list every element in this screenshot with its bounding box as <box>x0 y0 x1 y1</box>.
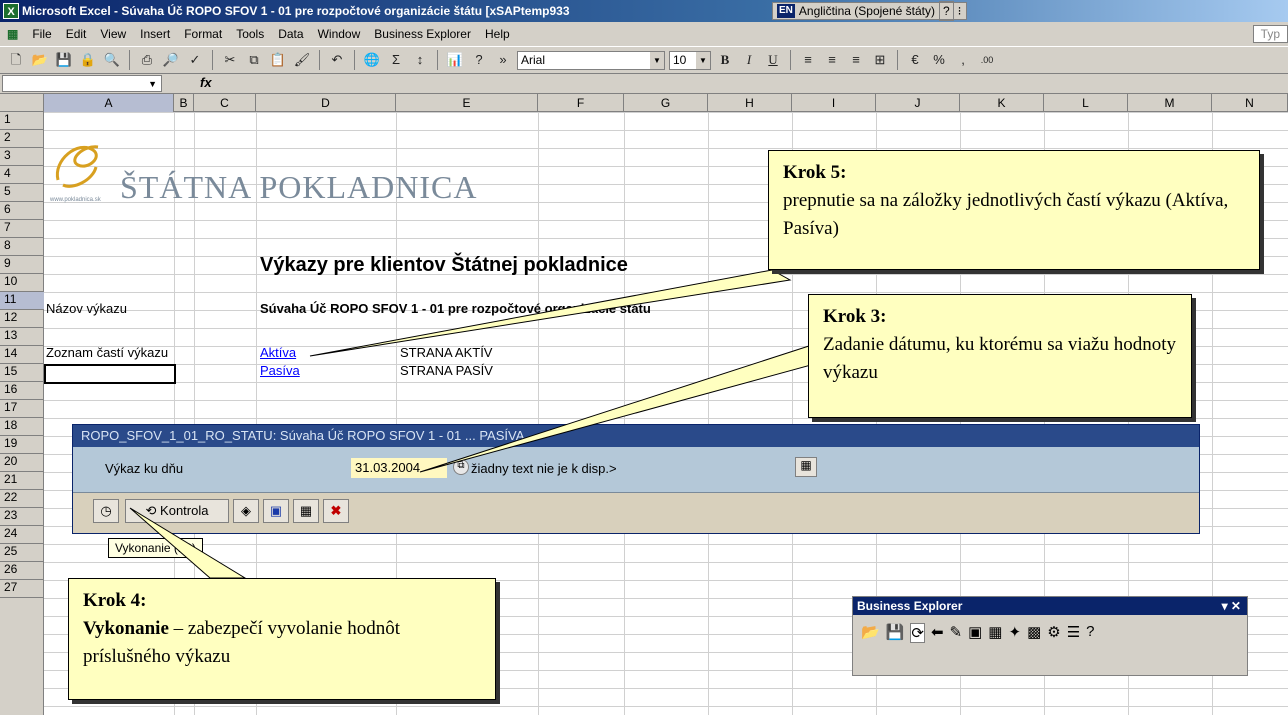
save-icon[interactable]: 💾 <box>886 623 905 643</box>
business-explorer-toolbar: Business Explorer ▾ ✕ 📂 💾 ⟳ ⬅ ✎ ▣ ▦ ✦ ▩ ⚙… <box>852 596 1248 676</box>
open-icon[interactable]: 📂 <box>861 623 880 643</box>
business-explorer-title: Business Explorer ▾ ✕ <box>853 597 1247 615</box>
bex-title-text: Business Explorer <box>857 599 963 613</box>
back-icon[interactable]: ⬅ <box>931 623 944 643</box>
goto-icon[interactable]: ▣ <box>968 623 982 643</box>
close-icon[interactable]: ▾ ✕ <box>1222 597 1241 615</box>
callout-step-4: Krok 4: Vykonanie – zabezpečí vyvolanie … <box>68 578 496 700</box>
step3-text: Zadanie dátumu, ku ktorému sa viažu hodn… <box>823 334 1176 383</box>
step5-title: Krok 5: <box>783 162 847 183</box>
bex-icons: 📂 💾 ⟳ ⬅ ✎ ▣ ▦ ✦ ▩ ⚙ ☰ ? <box>861 623 1095 643</box>
refresh-icon[interactable]: ⟳ <box>910 623 925 643</box>
callout-step-5: Krok 5: prepnutie sa na záložky jednotli… <box>768 150 1260 270</box>
settings-icon[interactable]: ☰ <box>1067 623 1080 643</box>
step4-bold: Vykonanie <box>83 618 169 639</box>
step5-text: prepnutie sa na záložky jednotlivých čas… <box>783 190 1229 239</box>
formatting-icon[interactable]: ✦ <box>1008 623 1021 643</box>
layout-icon[interactable]: ▩ <box>1027 623 1041 643</box>
step4-title: Krok 4: <box>83 590 147 611</box>
step3-title: Krok 3: <box>823 306 887 327</box>
callout-step-3: Krok 3: Zadanie dátumu, ku ktorému sa vi… <box>808 294 1192 418</box>
tools-icon[interactable]: ⚙ <box>1047 623 1060 643</box>
help-icon[interactable]: ? <box>1086 623 1094 643</box>
change-query-icon[interactable]: ✎ <box>950 623 963 643</box>
olap-functions-icon[interactable]: ▦ <box>988 623 1002 643</box>
